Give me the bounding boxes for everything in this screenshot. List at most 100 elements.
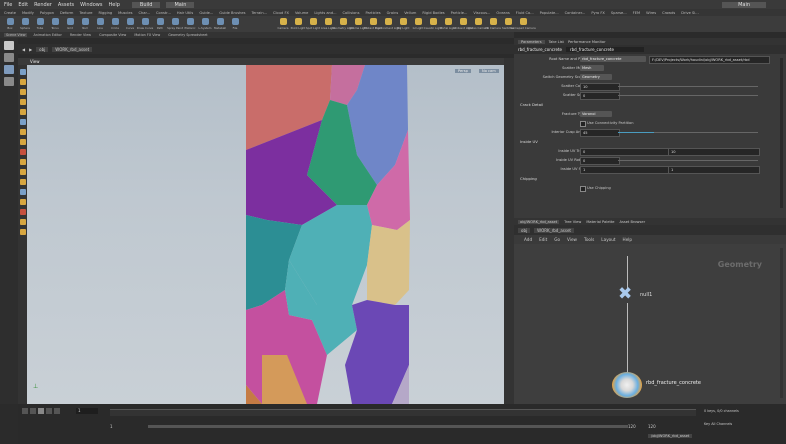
tab-animation-editor[interactable]: Animation Editor bbox=[31, 33, 63, 37]
shelf-tab[interactable]: Rigging bbox=[99, 11, 113, 15]
handle-icon[interactable] bbox=[19, 79, 26, 85]
shelf-tab[interactable]: Crowds bbox=[662, 11, 675, 15]
end-frame-field[interactable]: 120 bbox=[628, 424, 636, 429]
key-all-channels[interactable]: Key All Channels bbox=[704, 422, 732, 426]
shelf-tool[interactable]: Caustic Light bbox=[424, 18, 442, 32]
pose-icon[interactable] bbox=[19, 119, 26, 125]
shelf-tab[interactable]: Container... bbox=[565, 11, 586, 15]
tab-tree-view[interactable]: Tree View bbox=[564, 220, 581, 224]
shelf-tool[interactable]: Environment Light bbox=[375, 18, 401, 32]
flipbook-icon[interactable] bbox=[19, 219, 26, 225]
shelf-tool[interactable]: Box bbox=[4, 18, 16, 32]
shelf-tab[interactable]: Oceans bbox=[496, 11, 509, 15]
net-menu-go[interactable]: Go bbox=[554, 237, 560, 242]
select-tool-icon[interactable] bbox=[4, 41, 14, 50]
shelf-tab[interactable]: Particle... bbox=[451, 11, 468, 15]
light-icon[interactable] bbox=[19, 199, 26, 205]
params-scrollbar[interactable] bbox=[780, 58, 783, 208]
shelf-tool[interactable]: VR Camera bbox=[485, 18, 501, 32]
move-tool-icon[interactable] bbox=[4, 53, 14, 62]
net-menu-edit[interactable]: Edit bbox=[539, 237, 547, 242]
menu-file[interactable]: File bbox=[4, 2, 12, 8]
rewind-icon[interactable] bbox=[22, 408, 28, 414]
shelf-tool[interactable]: Draw Curve bbox=[137, 18, 153, 32]
camera-icon[interactable] bbox=[19, 189, 26, 195]
shelf-tool[interactable]: Path bbox=[154, 18, 166, 32]
back-arrow-icon[interactable]: ◀ bbox=[22, 47, 25, 52]
shelf-tab[interactable]: Populate... bbox=[540, 11, 559, 15]
play-back-icon[interactable] bbox=[30, 408, 36, 414]
shelf-tab[interactable]: Particles bbox=[365, 11, 380, 15]
shelf-tool[interactable]: L-System bbox=[199, 18, 211, 32]
shelf-tool[interactable]: Line bbox=[94, 18, 106, 32]
switch-geometry-dropdown[interactable]: Geometry bbox=[580, 74, 612, 80]
shelf-tool[interactable]: Spot Light bbox=[306, 18, 320, 32]
shelf-tab[interactable]: FEM bbox=[633, 11, 640, 15]
net-path-node[interactable]: WORK_rbd_asset bbox=[534, 227, 574, 233]
workspace-dropdown[interactable]: Main bbox=[722, 1, 766, 8]
3d-viewport[interactable]: Persp No cam ⊥ bbox=[27, 65, 504, 404]
tab-motion-fx-view[interactable]: Motion FX View bbox=[132, 33, 162, 37]
shelf-tool[interactable]: Grid bbox=[64, 18, 76, 32]
shelf-tab[interactable]: Cloud FX bbox=[273, 11, 289, 15]
net-path-context[interactable]: obj bbox=[518, 227, 531, 233]
range-slider[interactable] bbox=[148, 425, 628, 428]
shelf-tool[interactable]: Null bbox=[79, 18, 91, 32]
net-scrollbar[interactable] bbox=[780, 248, 783, 398]
menu-edit[interactable]: Edit bbox=[18, 2, 28, 8]
interior-cusp-slider[interactable] bbox=[618, 132, 758, 133]
select-icon[interactable] bbox=[19, 69, 26, 75]
chipping-header[interactable]: Chipping bbox=[520, 176, 537, 181]
paint-icon[interactable] bbox=[19, 159, 26, 165]
shelf-tab[interactable]: Fluid Co... bbox=[516, 11, 534, 15]
tab-parameters[interactable]: Parameters bbox=[518, 39, 545, 44]
shelf-tab[interactable]: Grains bbox=[387, 11, 399, 15]
use-chipping-checkbox[interactable] bbox=[580, 186, 586, 192]
shelf-tool[interactable]: Torus bbox=[49, 18, 61, 32]
root-path-field[interactable]: F:/DEV/Projects/Work/houdini/obj/WORK_rb… bbox=[649, 56, 770, 64]
stop-icon[interactable] bbox=[38, 408, 44, 414]
null-node[interactable]: ✖ bbox=[618, 284, 636, 304]
shelf-tool[interactable]: Camera bbox=[277, 18, 289, 32]
shelf-tool[interactable]: Platonic bbox=[184, 18, 196, 32]
scale-tool-icon[interactable] bbox=[4, 77, 14, 86]
lasso-icon[interactable] bbox=[19, 179, 26, 185]
shelf-tool[interactable]: Stereo Camera bbox=[468, 18, 489, 32]
tab-render-view[interactable]: Render View bbox=[68, 33, 93, 37]
inside-uv-rotate-field[interactable]: 0 bbox=[580, 157, 620, 165]
scatter-count-slider[interactable] bbox=[618, 86, 758, 87]
tab-performance-monitor[interactable]: Performance Monitor bbox=[568, 40, 606, 44]
shelf-tool[interactable]: Gamepad Camera bbox=[510, 18, 536, 32]
shelf-tool[interactable]: Spray Paint bbox=[167, 18, 183, 32]
shelf-tab[interactable]: Muscles bbox=[118, 11, 132, 15]
shelf-tool[interactable]: Point Light bbox=[291, 18, 305, 32]
shelf-tool[interactable]: Curve bbox=[124, 18, 136, 32]
scatter-seed-slider[interactable] bbox=[618, 95, 758, 96]
shelf-tab[interactable]: Polygon bbox=[40, 11, 54, 15]
shelf-tab[interactable]: Pyro FX bbox=[591, 11, 605, 15]
tab-take-list[interactable]: Take List bbox=[549, 40, 564, 44]
shelf-tool[interactable]: Tube bbox=[34, 18, 46, 32]
menu-assets[interactable]: Assets bbox=[58, 2, 74, 8]
scale-icon[interactable] bbox=[19, 109, 26, 115]
tab-network-path[interactable]: obj/WORK_rbd_asset bbox=[518, 219, 560, 224]
shelf-tab[interactable]: Rigid Bodies bbox=[422, 11, 444, 15]
interior-cusp-field[interactable]: 45 bbox=[580, 129, 620, 137]
menu-windows[interactable]: Windows bbox=[80, 2, 102, 8]
shelf-tab[interactable]: Drive Si... bbox=[681, 11, 698, 15]
shelf-tool[interactable]: Metaball bbox=[214, 18, 226, 32]
inside-uv-rotate-slider[interactable] bbox=[618, 160, 758, 161]
transform-icon[interactable] bbox=[19, 89, 26, 95]
end-frame-field-2[interactable]: 120 bbox=[648, 424, 656, 429]
scatter-seed-field[interactable]: 0 bbox=[580, 92, 620, 100]
shelf-tab[interactable]: Guide... bbox=[199, 11, 213, 15]
desktop-dropdown[interactable]: Build bbox=[131, 1, 161, 8]
shelf-tool[interactable]: File bbox=[229, 18, 241, 32]
tab-composite-view[interactable]: Composite View bbox=[97, 33, 128, 37]
connectivity-checkbox[interactable] bbox=[580, 121, 586, 127]
inside-uv-header[interactable]: Inside UV bbox=[520, 139, 538, 144]
node-name-field[interactable]: rbd_fracture_concrete bbox=[565, 47, 644, 52]
shelf-tab[interactable]: Create bbox=[4, 11, 16, 15]
rotate-icon[interactable] bbox=[19, 99, 26, 105]
net-menu-add[interactable]: Add bbox=[524, 237, 532, 242]
